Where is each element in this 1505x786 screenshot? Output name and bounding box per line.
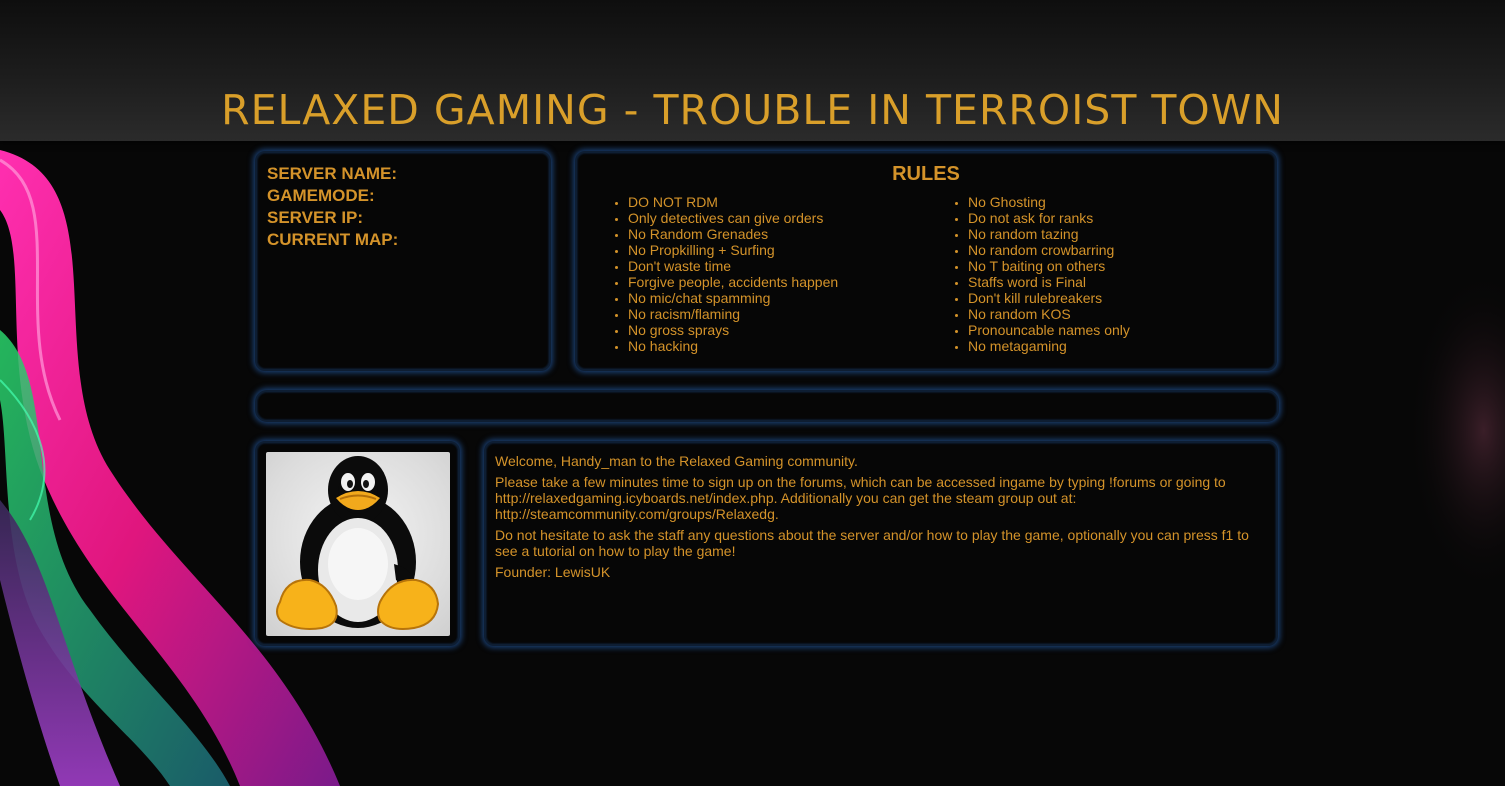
gamemode-label: GAMEMODE: <box>267 186 375 205</box>
avatar-panel <box>255 441 460 646</box>
rule-item: No Random Grenades <box>628 226 917 242</box>
status-bar-panel <box>255 390 1279 422</box>
server-info-list: SERVER NAME: GAMEMODE: SERVER IP: CURREN… <box>257 153 549 251</box>
rule-item: Don't waste time <box>628 258 917 274</box>
rule-item: Staffs word is Final <box>968 274 1257 290</box>
welcome-founder: Founder: LewisUK <box>495 564 611 580</box>
rules-list-left: DO NOT RDM Only detectives can give orde… <box>577 194 917 354</box>
rule-item: No random tazing <box>968 226 1257 242</box>
welcome-message: Welcome, Handy_man to the Relaxed Gaming… <box>486 443 1276 580</box>
rule-item: No racism/flaming <box>628 306 917 322</box>
rule-item: No random crowbarring <box>968 242 1257 258</box>
current-map-label: CURRENT MAP: <box>267 230 399 249</box>
rule-item: No Ghosting <box>968 194 1257 210</box>
welcome-forums-info: Please take a few minutes time to sign u… <box>495 474 1226 522</box>
rule-item: No mic/chat spamming <box>628 290 917 306</box>
rule-item: No metagaming <box>968 338 1257 354</box>
linux-penguin-icon <box>276 456 440 630</box>
rules-columns: DO NOT RDM Only detectives can give orde… <box>577 194 1275 354</box>
rule-item: No hacking <box>628 338 917 354</box>
rule-item: No gross sprays <box>628 322 917 338</box>
rule-item: No T baiting on others <box>968 258 1257 274</box>
rules-panel: RULES DO NOT RDM Only detectives can giv… <box>575 151 1277 371</box>
rule-item: Do not ask for ranks <box>968 210 1257 226</box>
avatar <box>266 452 450 636</box>
welcome-greeting: Welcome, Handy_man to the Relaxed Gaming… <box>495 453 858 469</box>
rule-item: Don't kill rulebreakers <box>968 290 1257 306</box>
server-info-panel: SERVER NAME: GAMEMODE: SERVER IP: CURREN… <box>255 151 551 371</box>
rule-item: DO NOT RDM <box>628 194 917 210</box>
rule-item: Only detectives can give orders <box>628 210 917 226</box>
rule-item: No random KOS <box>968 306 1257 322</box>
page-title: RELAXED GAMING - TROUBLE IN TERROIST TOW… <box>221 86 1284 134</box>
server-name-label: SERVER NAME: <box>267 164 398 183</box>
rule-item: No Propkilling + Surfing <box>628 242 917 258</box>
welcome-panel: Welcome, Handy_man to the Relaxed Gaming… <box>484 441 1278 646</box>
rule-item: Pronouncable names only <box>968 322 1257 338</box>
rule-item: Forgive people, accidents happen <box>628 274 917 290</box>
rules-list-right: No Ghosting Do not ask for ranks No rand… <box>917 194 1257 354</box>
server-ip-label: SERVER IP: <box>267 208 364 227</box>
welcome-help-info: Do not hesitate to ask the staff any que… <box>495 527 1249 559</box>
rules-heading: RULES <box>892 163 960 185</box>
loading-screen: RELAXED GAMING - TROUBLE IN TERROIST TOW… <box>0 0 1505 786</box>
